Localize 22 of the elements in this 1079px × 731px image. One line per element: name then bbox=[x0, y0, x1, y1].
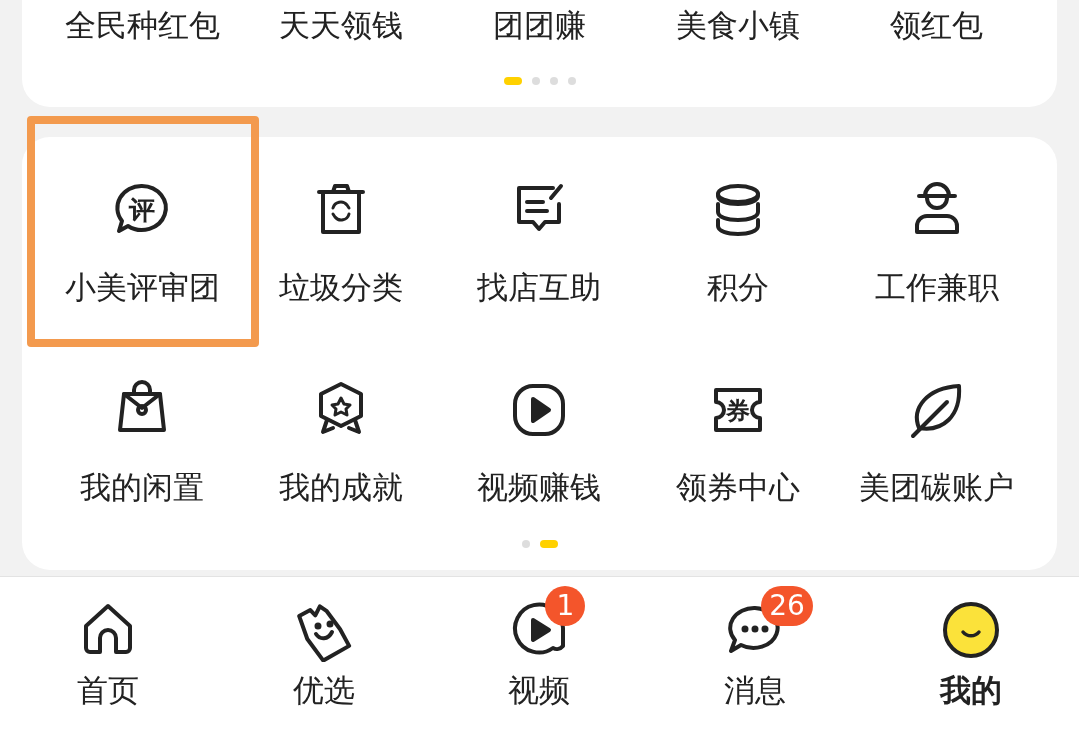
count-badge: 1 bbox=[545, 586, 586, 626]
tab[interactable]: 1 视频 bbox=[431, 577, 648, 731]
service-label[interactable]: 领券中心 bbox=[676, 467, 801, 507]
count-badge: 26 bbox=[761, 586, 813, 626]
service-label[interactable]: 我的成就 bbox=[278, 467, 403, 507]
tab[interactable]: 首页 bbox=[0, 577, 216, 731]
menu-item[interactable]: 天天领钱 bbox=[241, 5, 441, 45]
tab[interactable]: 优选 bbox=[215, 577, 432, 731]
menu-item[interactable]: 领红包 bbox=[837, 5, 1036, 45]
menu-item[interactable]: 全民种红包 bbox=[43, 5, 242, 45]
menu-item[interactable]: 团团赚 bbox=[440, 5, 639, 45]
service-label[interactable]: 积分 bbox=[707, 267, 770, 307]
service-label[interactable]: 垃圾分类 bbox=[278, 267, 403, 307]
tab[interactable]: 26 消息 bbox=[647, 577, 864, 731]
service-label[interactable]: 找店互助 bbox=[477, 267, 602, 307]
service-label[interactable]: 我的闲置 bbox=[80, 467, 205, 507]
menu-item[interactable]: 美食小镇 bbox=[638, 5, 838, 45]
service-label[interactable]: 美团碳账户 bbox=[859, 467, 1015, 507]
service-label[interactable]: 小美评审团 bbox=[64, 267, 220, 307]
service-label[interactable]: 工作兼职 bbox=[874, 267, 999, 307]
tab[interactable]: 我的 bbox=[863, 577, 1079, 731]
service-label[interactable]: 视频赚钱 bbox=[477, 467, 602, 507]
